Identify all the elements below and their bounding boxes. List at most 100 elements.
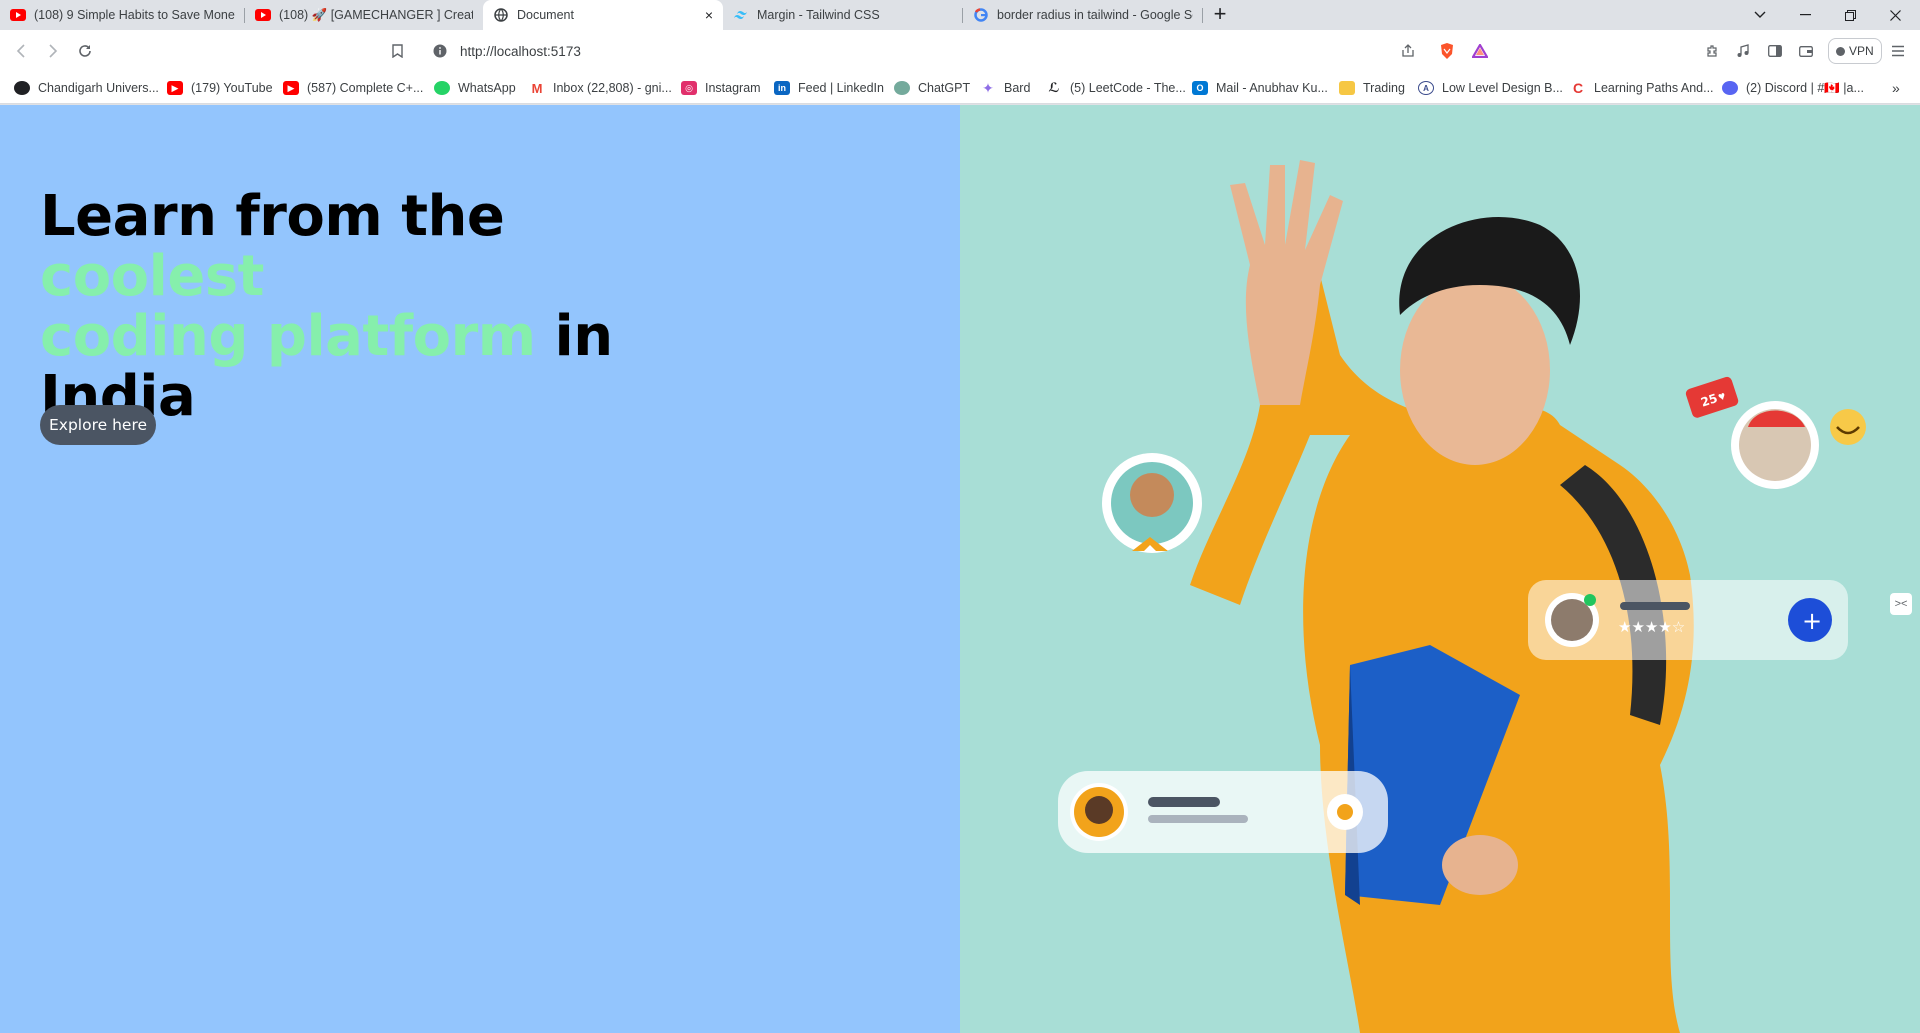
brave-shield-icon[interactable] <box>1437 41 1457 61</box>
bookmarks-bar: Chandigarh Univers... ▶ (179) YouTube ▶ (5… <box>0 72 1920 104</box>
bookmark-youtube[interactable]: ▶ (179) YouTube <box>167 79 273 97</box>
rating-card: ★★★★☆ + <box>1528 580 1848 660</box>
whatsapp-icon <box>434 81 450 95</box>
close-icon[interactable]: × <box>705 7 713 23</box>
like-badge: 25 ♥ <box>1685 376 1739 418</box>
bookmark-label: Feed | LinkedIn <box>798 81 884 95</box>
bookmark-trading-folder[interactable]: Trading <box>1339 79 1405 97</box>
bookmark-label: Mail - Anubhav Ku... <box>1216 81 1328 95</box>
bookmark-chandigarh[interactable]: Chandigarh Univers... <box>14 79 159 97</box>
youtube-icon: ▶ <box>283 81 299 95</box>
tailwind-icon <box>733 7 749 23</box>
instagram-icon: ◎ <box>681 81 697 95</box>
share-icon[interactable] <box>1398 41 1418 61</box>
close-window-icon[interactable] <box>1875 0 1915 30</box>
tab-document[interactable]: Document × <box>483 0 723 30</box>
youtube-icon <box>255 7 271 23</box>
tab-google-search[interactable]: border radius in tailwind - Google Sea <box>963 0 1203 30</box>
tab-search-icon[interactable] <box>1740 0 1780 30</box>
linkedin-icon: in <box>774 81 790 95</box>
bookmark-label: ChatGPT <box>918 81 971 95</box>
youtube-icon: ▶ <box>167 81 183 95</box>
tab-title: (108) 9 Simple Habits to Save Money i <box>34 8 235 22</box>
restore-icon[interactable] <box>1830 0 1870 30</box>
bookmark-outlook[interactable]: O Mail - Anubhav Ku... <box>1192 79 1328 97</box>
coursera-icon: C <box>1572 80 1584 96</box>
vpn-label: VPN <box>1849 44 1874 58</box>
menu-icon[interactable] <box>1888 41 1908 61</box>
tab-youtube-habits[interactable]: (108) 9 Simple Habits to Save Money i <box>0 0 245 30</box>
page-viewport: Learn from the coolest coding platform i… <box>0 105 1920 1033</box>
new-tab-button[interactable]: + <box>1208 3 1232 27</box>
gmail-icon: M <box>529 81 545 96</box>
vpn-button[interactable]: VPN <box>1828 38 1882 64</box>
hero-title-accent2: coding platform <box>40 304 536 369</box>
tab-tailwind-margin[interactable]: Margin - Tailwind CSS <box>723 0 963 30</box>
rating-stars: ★★★★☆ <box>1618 618 1685 636</box>
globe-icon <box>493 7 509 23</box>
forward-icon[interactable] <box>42 40 64 62</box>
sidebar-icon[interactable] <box>1765 41 1785 61</box>
google-icon <box>973 7 989 23</box>
laughing-emoji-icon <box>1830 409 1866 445</box>
wallet-icon[interactable] <box>1796 41 1816 61</box>
bookmark-label: WhatsApp <box>458 81 516 95</box>
bookmark-whatsapp[interactable]: WhatsApp <box>434 79 516 97</box>
hero-title-accent1: coolest <box>40 244 264 309</box>
address-bar[interactable]: http://localhost:5173 <box>420 36 1500 66</box>
hero-title-part2: in <box>535 304 614 369</box>
youtube-icon <box>10 7 26 23</box>
tab-strip: (108) 9 Simple Habits to Save Money i (1… <box>0 0 1920 30</box>
bookmark-linkedin[interactable]: in Feed | LinkedIn <box>774 79 884 97</box>
bookmark-label: Bard <box>1004 81 1031 95</box>
bookmark-label: Inbox (22,808) - gni... <box>553 81 672 95</box>
explore-button[interactable]: Explore here <box>40 405 157 445</box>
bookmark-label: (2) Discord | #🇨🇦 |a... <box>1746 80 1864 95</box>
chatgpt-icon <box>894 81 910 95</box>
bookmark-discord[interactable]: (2) Discord | #🇨🇦 |a... <box>1722 79 1864 97</box>
brave-rewards-icon[interactable] <box>1470 41 1490 61</box>
bookmark-complete-cpp[interactable]: ▶ (587) Complete C+... <box>283 79 423 97</box>
hero-left-section: Learn from the coolest coding platform i… <box>0 105 960 1033</box>
bookmark-leetcode[interactable]: ℒ (5) LeetCode - The... <box>1046 79 1186 97</box>
browser-toolbar: http://localhost:5173 VPN <box>0 30 1920 72</box>
discord-icon <box>1722 81 1738 95</box>
media-icon[interactable] <box>1733 41 1753 61</box>
github-icon <box>14 81 30 95</box>
bookmark-chatgpt[interactable]: ChatGPT <box>894 79 970 97</box>
outlook-icon: O <box>1192 81 1208 95</box>
bookmark-label: Instagram <box>705 81 761 95</box>
bookmark-label: Learning Paths And... <box>1594 81 1714 95</box>
extensions-icon[interactable] <box>1702 41 1722 61</box>
back-icon[interactable] <box>10 40 32 62</box>
bookmark-label: Low Level Design B... <box>1442 81 1563 95</box>
bookmark-label: (5) LeetCode - The... <box>1070 81 1186 95</box>
bookmark-label: Chandigarh Univers... <box>38 81 159 95</box>
hero-right-section: 25 ♥ ★★★★☆ + >< <box>960 105 1920 1033</box>
bookmark-low-level-design[interactable]: A Low Level Design B... <box>1418 79 1563 97</box>
tab-title: Document <box>517 8 574 22</box>
bookmark-icon[interactable] <box>387 41 407 61</box>
minimize-icon[interactable] <box>1785 0 1825 30</box>
vpn-status-icon <box>1836 46 1845 56</box>
hero-title-part1: Learn from the <box>40 184 505 249</box>
bookmark-gmail[interactable]: M Inbox (22,808) - gni... <box>529 79 672 97</box>
bookmark-label: Trading <box>1363 81 1405 95</box>
bookmark-instagram[interactable]: ◎ Instagram <box>681 79 761 97</box>
site-info-icon[interactable] <box>433 44 447 63</box>
bookmark-learning-paths[interactable]: C Learning Paths And... <box>1570 79 1714 97</box>
bookmark-bard[interactable]: ✦ Bard <box>980 79 1030 97</box>
tab-youtube-gamechanger[interactable]: (108) 🚀 [GAMECHANGER ] Create M <box>245 0 483 30</box>
tab-title: Margin - Tailwind CSS <box>757 8 880 22</box>
collapse-icon[interactable]: >< <box>1890 593 1912 615</box>
tab-title: border radius in tailwind - Google Sea <box>997 8 1193 22</box>
bookmark-label: (587) Complete C+... <box>307 81 424 95</box>
student-illustration: 25 ♥ ★★★★☆ + <box>1058 160 1866 1033</box>
reload-icon[interactable] <box>74 40 96 62</box>
tab-title: (108) 🚀 [GAMECHANGER ] Create M <box>279 7 473 22</box>
chat-bubble-icon <box>1337 804 1353 820</box>
message-card <box>1058 771 1388 853</box>
blog-icon: A <box>1418 81 1434 95</box>
more-bookmarks-icon[interactable]: » <box>1892 79 1900 97</box>
hero-title: Learn from the coolest coding platform i… <box>40 187 740 427</box>
